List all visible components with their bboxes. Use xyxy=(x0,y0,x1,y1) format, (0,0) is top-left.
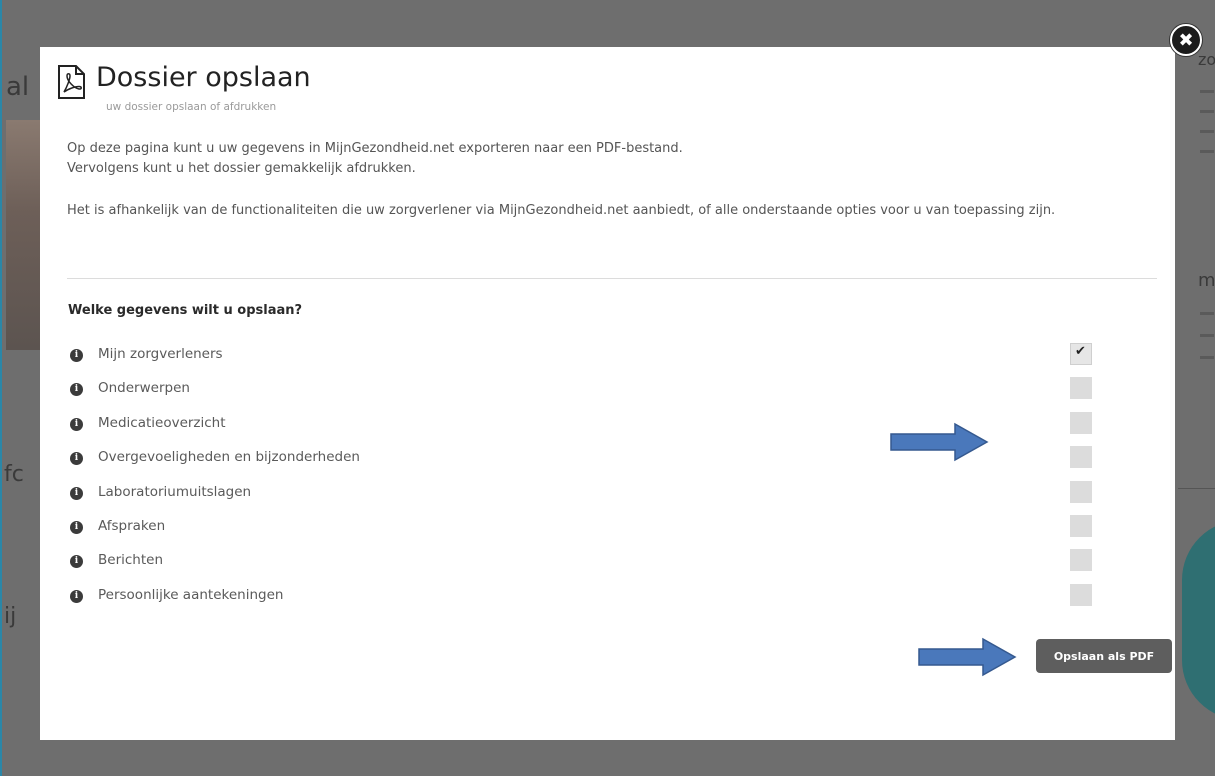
background-teal-shape xyxy=(1182,520,1215,720)
options-list: i Mijn zorgverleners ✔ i Onderwerpen i M… xyxy=(70,343,1100,618)
option-label: Afspraken xyxy=(98,517,166,534)
option-label: Medicatieoverzicht xyxy=(98,414,226,431)
background-text-fragment: al xyxy=(6,72,30,102)
info-circle-icon[interactable]: i xyxy=(70,555,83,569)
option-onderwerpen: i Onderwerpen xyxy=(70,377,1100,411)
info-circle-icon[interactable]: i xyxy=(70,383,83,397)
info-circle-icon[interactable]: i xyxy=(70,486,83,500)
info-circle-icon[interactable]: i xyxy=(70,417,83,431)
option-mijn-zorgverleners: i Mijn zorgverleners ✔ xyxy=(70,343,1100,377)
option-berichten: i Berichten xyxy=(70,549,1100,583)
option-label: Onderwerpen xyxy=(98,380,190,397)
background-text-line xyxy=(1200,110,1214,113)
divider xyxy=(67,278,1157,279)
save-as-pdf-button[interactable]: Opslaan als PDF xyxy=(1036,639,1172,673)
background-divider xyxy=(1178,488,1215,489)
option-laboratoriumuitslagen: i Laboratoriumuitslagen xyxy=(70,480,1100,515)
background-text-fragment: zo xyxy=(1198,50,1215,69)
option-checkbox[interactable] xyxy=(1070,446,1092,469)
intro-text: Het is afhankelijk van de functionalitei… xyxy=(67,203,1056,218)
dialog-intro: Op deze pagina kunt u uw gegevens in Mij… xyxy=(67,139,1157,221)
option-checkbox[interactable] xyxy=(1070,514,1092,537)
option-persoonlijke-aantekeningen: i Persoonlijke aantekeningen xyxy=(70,583,1100,618)
option-checkbox[interactable] xyxy=(1070,411,1092,434)
option-checkbox[interactable] xyxy=(1070,583,1092,606)
background-photo xyxy=(6,120,40,350)
option-label: Berichten xyxy=(98,552,164,569)
background-text-line xyxy=(1200,150,1214,153)
option-label: Laboratoriumuitslagen xyxy=(98,483,252,500)
dialog-title: Dossier opslaan xyxy=(96,62,311,93)
dialog-subtitle: uw dossier opslaan of afdrukken xyxy=(106,101,277,113)
close-icon[interactable]: ✖ xyxy=(1170,24,1202,56)
background-text-fragment: ij xyxy=(4,604,17,629)
option-checkbox[interactable] xyxy=(1070,549,1092,572)
option-checkbox[interactable]: ✔ xyxy=(1070,343,1092,365)
background-text-fragment: fc xyxy=(4,462,24,487)
arrow-right-icon xyxy=(918,637,1017,677)
option-label: Overgevoeligheden en bijzonderheden xyxy=(98,449,360,466)
background-text-line xyxy=(1200,334,1214,337)
arrow-right-icon xyxy=(890,422,989,462)
background-text-fragment: m xyxy=(1198,270,1215,291)
info-circle-icon[interactable]: i xyxy=(70,349,83,362)
option-label: Mijn zorgverleners xyxy=(98,346,223,362)
option-label: Persoonlijke aantekeningen xyxy=(98,586,284,603)
background-text-line xyxy=(1200,90,1214,93)
background-text-line xyxy=(1200,312,1214,315)
info-circle-icon[interactable]: i xyxy=(70,452,83,466)
info-circle-icon[interactable]: i xyxy=(70,589,83,603)
option-checkbox[interactable] xyxy=(1070,480,1092,503)
pdf-file-icon xyxy=(58,65,85,99)
options-heading: Welke gegevens wilt u opslaan? xyxy=(68,303,303,318)
info-circle-icon[interactable]: i xyxy=(70,520,83,534)
checkmark-icon: ✔ xyxy=(1075,344,1086,359)
background-text-line xyxy=(1200,356,1214,359)
save-dossier-dialog: Dossier opslaan uw dossier opslaan of af… xyxy=(40,47,1175,740)
intro-text: Op deze pagina kunt u uw gegevens in Mij… xyxy=(67,141,683,156)
background-text-line xyxy=(1200,130,1214,133)
option-afspraken: i Afspraken xyxy=(70,514,1100,549)
option-checkbox[interactable] xyxy=(1070,377,1092,400)
intro-text: Vervolgens kunt u het dossier gemakkelij… xyxy=(67,161,416,176)
